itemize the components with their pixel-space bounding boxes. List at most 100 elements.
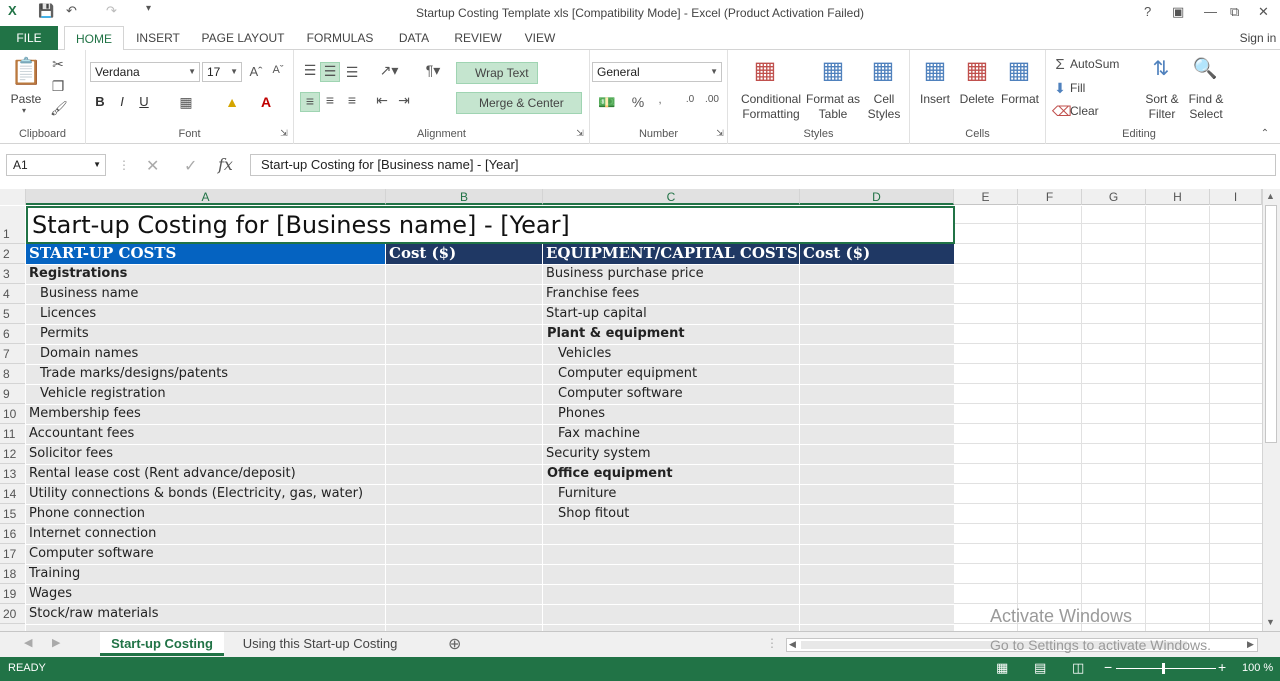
- cell-c11[interactable]: Fax machine: [543, 424, 799, 444]
- zoom-in-icon[interactable]: +: [1218, 659, 1226, 675]
- cell-c5[interactable]: Start-up capital: [543, 304, 799, 324]
- cell-c7[interactable]: Vehicles: [543, 344, 799, 364]
- tab-page-layout[interactable]: PAGE LAYOUT: [196, 26, 290, 50]
- restore-icon[interactable]: ⧉: [1230, 4, 1239, 20]
- tab-review[interactable]: REVIEW: [448, 26, 508, 50]
- new-sheet-icon[interactable]: ⊕: [448, 634, 461, 654]
- row-header[interactable]: 3: [0, 264, 25, 284]
- tab-view[interactable]: VIEW: [518, 26, 562, 50]
- row-header[interactable]: 16: [0, 524, 25, 544]
- row-header[interactable]: 2: [0, 244, 25, 264]
- top-align-icon[interactable]: ☰: [300, 62, 320, 79]
- tab-formulas[interactable]: FORMULAS: [300, 26, 380, 50]
- cell-c3[interactable]: Business purchase price: [543, 264, 799, 284]
- paste-dropdown-icon[interactable]: ▾: [18, 106, 30, 115]
- cell-a17[interactable]: Computer software: [26, 544, 384, 564]
- minimize-icon[interactable]: —: [1204, 4, 1217, 19]
- page-break-view-icon[interactable]: ◫: [1072, 660, 1084, 676]
- cell-a19[interactable]: Wages: [26, 584, 384, 604]
- cell-c14[interactable]: Furniture: [543, 484, 799, 504]
- cell-c13[interactable]: Office equipment: [543, 464, 799, 484]
- insert-cells-icon[interactable]: ▦: [920, 56, 950, 85]
- autosum-button[interactable]: AutoSum: [1070, 57, 1130, 72]
- column-header-a[interactable]: A: [26, 189, 386, 205]
- center-icon[interactable]: ≡: [320, 92, 340, 108]
- cell-c10[interactable]: Phones: [543, 404, 799, 424]
- scroll-down-icon[interactable]: ▼: [1266, 617, 1275, 627]
- format-cells-icon[interactable]: ▦: [1004, 56, 1034, 85]
- tab-home[interactable]: HOME: [64, 26, 124, 51]
- middle-align-icon[interactable]: ☰: [320, 62, 340, 82]
- format-as-table-icon[interactable]: ▦: [818, 56, 848, 85]
- format-button[interactable]: Format: [998, 92, 1042, 107]
- increase-indent-icon[interactable]: ⇥: [394, 92, 414, 109]
- vertical-scrollbar[interactable]: ▲ ▼: [1262, 189, 1280, 631]
- autosum-icon[interactable]: Σ: [1052, 56, 1068, 73]
- decrease-decimal-icon[interactable]: .00: [702, 94, 722, 105]
- row-header[interactable]: 9: [0, 384, 25, 404]
- cell-a20[interactable]: Stock/raw materials: [26, 604, 384, 624]
- row-header[interactable]: 13: [0, 464, 25, 484]
- row-header[interactable]: 4: [0, 284, 25, 304]
- cell-a4[interactable]: Business name: [26, 284, 384, 304]
- align-right-icon[interactable]: ≡: [342, 92, 362, 108]
- empty-cells[interactable]: [954, 206, 1262, 631]
- sheet-tab-start-up-costing[interactable]: Start-up Costing: [100, 632, 224, 656]
- name-box[interactable]: A1 ▼: [6, 154, 106, 176]
- row-header[interactable]: 7: [0, 344, 25, 364]
- cell-c6[interactable]: Plant & equipment: [543, 324, 799, 344]
- header-equipment-costs[interactable]: EQUIPMENT/CAPITAL COSTS: [543, 244, 799, 264]
- normal-view-icon[interactable]: ▦: [996, 660, 1008, 676]
- font-name-combo[interactable]: Verdana ▼: [90, 62, 200, 82]
- cell-a7[interactable]: Domain names: [26, 344, 384, 364]
- percent-button[interactable]: %: [630, 94, 646, 110]
- tab-insert[interactable]: INSERT: [130, 26, 186, 50]
- fill-button[interactable]: Fill: [1070, 81, 1110, 96]
- enter-icon[interactable]: ✓: [184, 156, 197, 176]
- underline-button[interactable]: U: [136, 94, 152, 109]
- cell-a5[interactable]: Licences: [26, 304, 384, 324]
- row-header[interactable]: 12: [0, 444, 25, 464]
- cell-c9[interactable]: Computer software: [543, 384, 799, 404]
- row-header[interactable]: 15: [0, 504, 25, 524]
- zoom-slider[interactable]: [1116, 668, 1216, 669]
- row-header[interactable]: 11: [0, 424, 25, 444]
- cancel-icon[interactable]: ✕: [146, 156, 159, 176]
- row-header[interactable]: 8: [0, 364, 25, 384]
- binoculars-icon[interactable]: 🔍: [1190, 56, 1220, 81]
- cell-a15[interactable]: Phone connection: [26, 504, 384, 524]
- conditional-formatting-button[interactable]: Conditional Formatting: [732, 92, 810, 122]
- eraser-icon[interactable]: ⌫: [1052, 103, 1072, 120]
- paste-icon[interactable]: 📋: [10, 56, 42, 87]
- column-header-e[interactable]: E: [954, 189, 1018, 205]
- header-cost-b[interactable]: Cost ($): [386, 244, 542, 264]
- row-header[interactable]: 6: [0, 324, 25, 344]
- cell-c12[interactable]: Security system: [543, 444, 799, 464]
- decrease-indent-icon[interactable]: ⇤: [372, 92, 392, 109]
- orientation-icon[interactable]: ↗▾: [374, 62, 404, 79]
- cell-styles-button[interactable]: Cell Styles: [862, 92, 906, 122]
- row-header[interactable]: 19: [0, 584, 25, 604]
- cell-a14[interactable]: Utility connections & bonds (Electricity…: [26, 484, 384, 504]
- cell-c4[interactable]: Franchise fees: [543, 284, 799, 304]
- conditional-formatting-icon[interactable]: ▦: [750, 56, 780, 85]
- worksheet-grid[interactable]: 1 2 3 4 5 6 7 8 9 10 11 12 13 14 15 16 1…: [0, 206, 1262, 631]
- row-header[interactable]: 17: [0, 544, 25, 564]
- grow-font-icon[interactable]: Aˆ: [248, 64, 264, 79]
- merge-center-button[interactable]: Merge & Center: [456, 92, 582, 114]
- accounting-format-icon[interactable]: 💵: [594, 94, 620, 111]
- cut-icon[interactable]: ✂: [50, 56, 66, 73]
- zoom-out-icon[interactable]: −: [1104, 659, 1112, 675]
- cell-a3[interactable]: Registrations: [26, 264, 384, 284]
- delete-button[interactable]: Delete: [956, 92, 998, 107]
- sheet-tab-using-this[interactable]: Using this Start-up Costing: [228, 632, 412, 656]
- cell-a8[interactable]: Trade marks/designs/patents: [26, 364, 384, 384]
- clear-button[interactable]: Clear: [1070, 104, 1110, 119]
- font-size-combo[interactable]: 17 ▼: [202, 62, 242, 82]
- scroll-up-icon[interactable]: ▲: [1266, 191, 1275, 201]
- cell-a10[interactable]: Membership fees: [26, 404, 384, 424]
- text-direction-icon[interactable]: ¶▾: [418, 62, 448, 79]
- row-header[interactable]: 20: [0, 604, 25, 624]
- paste-button[interactable]: Paste: [4, 92, 48, 107]
- font-color-icon[interactable]: A: [256, 94, 276, 110]
